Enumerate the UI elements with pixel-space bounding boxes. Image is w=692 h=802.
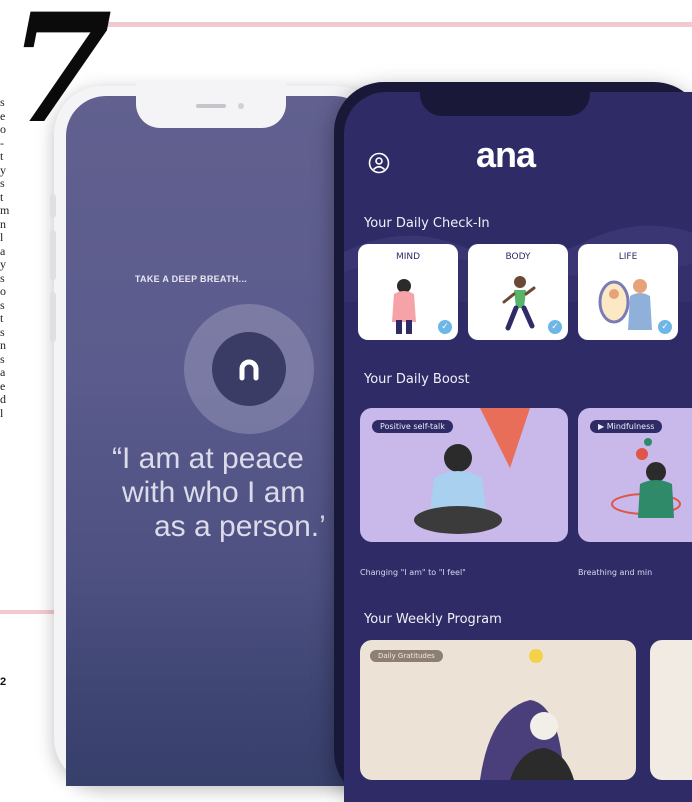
boost-card-mindfulness[interactable]: ▶ Mindfulness [578, 408, 692, 542]
weekly-card-daily-gratitudes[interactable]: Daily Gratitudes [360, 640, 636, 780]
front-phone: ana Your Daily Check-In MIND ✓ BODY ✓ LI… [334, 82, 692, 802]
checkin-card-life[interactable]: LIFE ✓ [578, 244, 678, 340]
positive-self-talk-tag: Positive self-talk [372, 420, 453, 433]
breathe-prompt: TAKE A DEEP BREATH... [134, 274, 248, 284]
quote-line-3: as a person. [154, 510, 320, 543]
weekly-program-title: Your Weekly Program [364, 612, 502, 627]
breathing-screen: TAKE A DEEP BREATH... “I am at peace wit… [66, 96, 374, 786]
water-background [66, 586, 374, 786]
ana-logo-icon[interactable] [212, 332, 286, 406]
quote-open-mark: “ [112, 442, 122, 475]
daily-checkin-title: Your Daily Check-In [364, 216, 490, 231]
front-camera [238, 103, 244, 109]
mindfulness-tag: ▶ Mindfulness [590, 420, 663, 433]
checkin-card-mind[interactable]: MIND ✓ [358, 244, 458, 340]
completed-check-icon: ✓ [658, 320, 672, 334]
side-button-top [50, 194, 56, 218]
margin-text: s e o - t y s t m n l a y s o s t s n s … [0, 95, 11, 420]
quote-line-1: I am at peace [122, 442, 304, 475]
ana-logo-glyph [239, 359, 259, 381]
boost-card-positive-self-talk[interactable]: Positive self-talk [360, 408, 568, 542]
daily-boost-title: Your Daily Boost [364, 372, 470, 387]
daily-gratitudes-tag: Daily Gratitudes [370, 650, 443, 662]
user-profile-icon[interactable] [368, 152, 390, 174]
front-phone-notch [420, 82, 590, 116]
back-phone-notch [136, 82, 286, 128]
page-number: 2 [0, 676, 7, 688]
quote-close-mark: ’ [319, 510, 326, 543]
quote-line-2: with who I am [122, 476, 306, 509]
ana-home-screen: ana Your Daily Check-In MIND ✓ BODY ✓ LI… [344, 92, 692, 802]
boost-caption-2: Breathing and min [578, 568, 653, 577]
completed-check-icon: ✓ [438, 320, 452, 334]
checkin-card-body[interactable]: BODY ✓ [468, 244, 568, 340]
boost-caption-1: Changing "I am" to "I feel" [360, 568, 466, 577]
top-divider-line [100, 22, 692, 27]
app-logo: ana [476, 134, 536, 175]
side-button-bottom [50, 292, 56, 342]
speaker-grille [196, 104, 226, 108]
bottom-divider-line [0, 610, 60, 614]
side-button-middle [50, 230, 56, 280]
completed-check-icon: ✓ [548, 320, 562, 334]
weekly-card-next[interactable] [650, 640, 692, 780]
